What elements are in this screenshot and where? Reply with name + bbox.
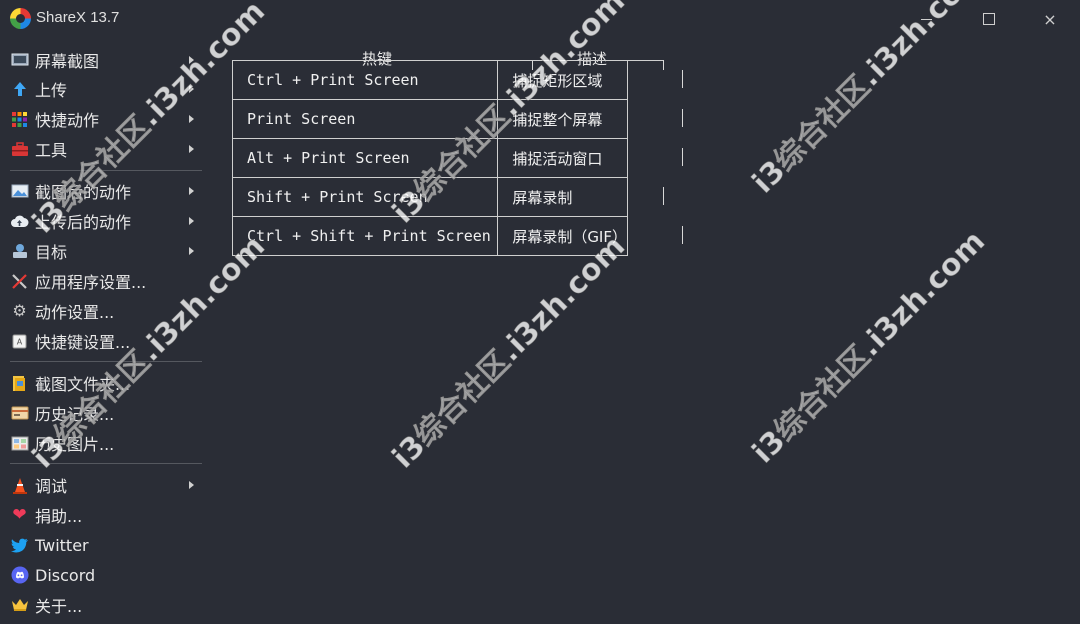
table-row: Ctrl + Print Screen 捕捉矩形区域 [231, 60, 628, 100]
menu-item-image-history[interactable]: 历史图片... [0, 429, 212, 457]
wrench-screwdriver-icon [10, 272, 29, 291]
chevron-right-icon [189, 56, 194, 64]
minimize-button[interactable] [903, 0, 949, 38]
menu-item-discord[interactable]: Discord [0, 561, 212, 589]
hotkey-cell: Shift + Print Screen [231, 177, 499, 217]
table-border-tick [682, 109, 683, 127]
description-cell: 屏幕录制（GIF） [497, 216, 628, 256]
menu-item-debug[interactable]: 调试 [0, 471, 212, 499]
chevron-right-icon [189, 85, 194, 93]
sharex-logo-icon [10, 8, 31, 29]
menu-item-screenshots-folder[interactable]: 截图文件夹... [0, 369, 212, 397]
toolbox-icon [10, 140, 29, 159]
table-border-tick [682, 70, 683, 88]
history-card-icon [10, 404, 29, 423]
menu-separator [10, 463, 202, 464]
menu-item-donate[interactable]: ❤ 捐助... [0, 501, 212, 529]
chevron-right-icon [189, 145, 194, 153]
menu-item-history[interactable]: 历史记录... [0, 399, 212, 427]
close-button[interactable]: × [1027, 0, 1073, 38]
menu-separator [10, 361, 202, 362]
table-border-tick [682, 226, 683, 244]
gear-icon: ⚙ [12, 301, 27, 320]
table-row: Shift + Print Screen 屏幕录制 [231, 177, 628, 217]
hotkey-cell: Print Screen [231, 99, 499, 139]
chevron-right-icon [189, 217, 194, 225]
hotkey-cell: Ctrl + Print Screen [231, 60, 499, 100]
destination-icon [10, 242, 29, 261]
chevron-right-icon [189, 481, 194, 489]
menu-item-screen-capture[interactable]: 屏幕截图 [0, 46, 212, 74]
upload-arrow-icon [10, 80, 29, 99]
table-row: Print Screen 捕捉整个屏幕 [231, 99, 628, 139]
monitor-capture-icon [10, 51, 29, 70]
crown-icon [10, 596, 29, 615]
description-cell: 捕捉整个屏幕 [497, 99, 628, 139]
description-cell: 屏幕录制 [497, 177, 628, 217]
folder-icon [10, 374, 29, 393]
cloud-upload-icon [10, 212, 29, 231]
close-icon: × [1043, 9, 1057, 29]
menu-item-tools[interactable]: 工具 [0, 135, 212, 163]
menu-separator [10, 170, 202, 171]
twitter-bird-icon [10, 536, 29, 555]
table-border-tick [663, 187, 664, 205]
menu-item-destinations[interactable]: 目标 [0, 237, 212, 265]
menu-item-after-capture[interactable]: 截图后的动作 [0, 177, 212, 205]
table-border-tick [682, 148, 683, 166]
keyboard-key-icon: A [10, 332, 29, 351]
maximize-icon [983, 13, 995, 25]
menu-item-twitter[interactable]: Twitter [0, 531, 212, 559]
image-after-capture-icon [10, 182, 29, 201]
hotkey-table: Ctrl + Print Screen 捕捉矩形区域 Print Screen … [231, 60, 628, 256]
menu-item-about[interactable]: 关于... [0, 591, 212, 619]
menu-item-upload[interactable]: 上传 [0, 75, 212, 103]
title-bar: ShareX 13.7 × [0, 0, 1080, 38]
minimize-icon [920, 18, 932, 20]
menu-item-hotkey-settings[interactable]: A 快捷键设置... [0, 327, 212, 355]
menu-item-app-settings[interactable]: 应用程序设置... [0, 267, 212, 295]
menu-item-quick-actions[interactable]: 快捷动作 [0, 105, 212, 133]
window-title: ShareX 13.7 [36, 9, 120, 26]
hotkey-cell: Alt + Print Screen [231, 138, 499, 178]
chevron-right-icon [189, 115, 194, 123]
maximize-button[interactable] [966, 0, 1012, 38]
table-border-tick [663, 60, 664, 70]
image-history-icon [10, 434, 29, 453]
description-cell: 捕捉活动窗口 [497, 138, 628, 178]
heart-icon: ❤ [12, 504, 27, 525]
menu-item-task-settings[interactable]: ⚙ 动作设置... [0, 297, 212, 325]
description-cell: 捕捉矩形区域 [497, 60, 628, 100]
discord-icon [10, 566, 29, 585]
chevron-right-icon [189, 247, 194, 255]
watermark-text: i3综合社区.i3zh.com [745, 223, 993, 471]
menu-item-after-upload[interactable]: 上传后的动作 [0, 207, 212, 235]
traffic-cone-icon [10, 476, 29, 495]
table-row: Alt + Print Screen 捕捉活动窗口 [231, 138, 628, 178]
watermark-text: i3综合社区.i3zh.com [385, 228, 633, 476]
grid-dots-icon [10, 110, 29, 129]
chevron-right-icon [189, 187, 194, 195]
svg-text:A: A [17, 337, 23, 346]
hotkey-cell: Ctrl + Shift + Print Screen [231, 216, 499, 256]
table-row: Ctrl + Shift + Print Screen 屏幕录制（GIF） [231, 216, 628, 256]
